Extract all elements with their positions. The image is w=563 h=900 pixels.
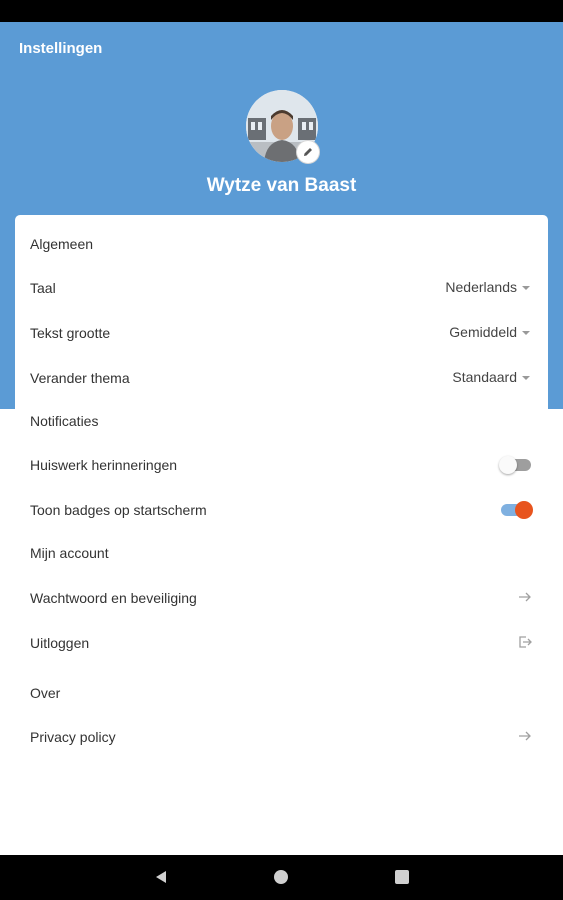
chevron-down-icon [522, 286, 530, 290]
back-icon[interactable] [153, 869, 169, 885]
theme-value: Standaard [452, 369, 517, 385]
avatar-container[interactable] [246, 90, 320, 164]
settings-card: Algemeen Taal Nederlands Tekst grootte G… [15, 215, 548, 855]
theme-dropdown[interactable]: Standaard [452, 369, 530, 385]
language-dropdown[interactable]: Nederlands [445, 279, 530, 295]
user-name: Wytze van Baast [206, 175, 357, 196]
badges-toggle[interactable] [499, 500, 533, 520]
toggle-knob [499, 456, 517, 474]
logout-label[interactable]: Uitloggen [30, 635, 89, 651]
password-security-label[interactable]: Wachtwoord en beveiliging [30, 590, 197, 606]
arrow-right-icon[interactable] [517, 728, 533, 744]
edit-avatar-button[interactable] [296, 140, 320, 164]
text-size-label: Tekst grootte [30, 325, 111, 341]
homework-reminders-toggle[interactable] [499, 455, 533, 475]
toggle-knob [515, 501, 533, 519]
chevron-down-icon [522, 376, 530, 380]
chevron-down-icon [522, 331, 530, 335]
section-notifications-title: Notificaties [30, 413, 99, 429]
language-value: Nederlands [445, 279, 517, 295]
text-size-value: Gemiddeld [449, 324, 517, 340]
language-label: Taal [30, 280, 56, 296]
system-nav-bar [0, 855, 563, 900]
section-account-title: Mijn account [30, 545, 109, 561]
pencil-icon [304, 148, 312, 156]
recents-icon[interactable] [394, 869, 410, 885]
badges-label: Toon badges op startscherm [30, 502, 207, 518]
section-about-title: Over [30, 685, 61, 701]
page-title: Instellingen [19, 40, 103, 57]
home-icon[interactable] [273, 869, 289, 885]
text-size-dropdown[interactable]: Gemiddeld [449, 324, 530, 340]
homework-reminders-label: Huiswerk herinneringen [30, 457, 178, 473]
status-bar [0, 0, 563, 22]
privacy-policy-label[interactable]: Privacy policy [30, 729, 116, 745]
section-general-title: Algemeen [30, 236, 94, 252]
arrow-right-icon[interactable] [517, 589, 533, 605]
logout-icon[interactable] [517, 634, 533, 650]
theme-label: Verander thema [30, 370, 130, 386]
